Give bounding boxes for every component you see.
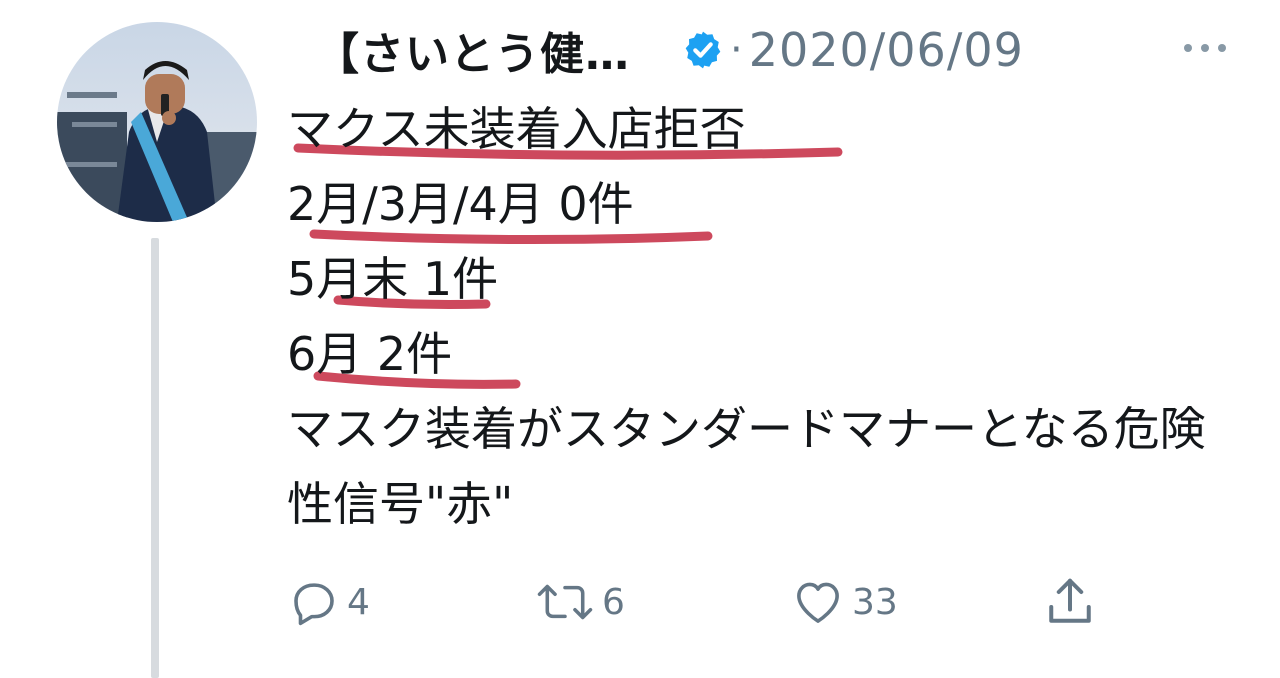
- share-button[interactable]: [1040, 572, 1100, 632]
- tweet-text: マクス未装着入店拒否 2月/3月/4月 0件 5月末 1件 6月 2件 マスク装…: [287, 92, 1247, 542]
- reply-button[interactable]: 4: [287, 572, 370, 632]
- like-button[interactable]: 33: [790, 572, 898, 632]
- verified-badge-icon: [682, 29, 724, 71]
- retweet-arrows-icon: [537, 584, 593, 620]
- tweet-line-2: 2月/3月/4月 0件: [287, 177, 634, 231]
- tweet-header: 【さいとう健… · 2020/06/09: [315, 20, 1024, 80]
- tweet-line-4: 6月 2件: [287, 327, 453, 381]
- retweet-button[interactable]: 6: [534, 572, 625, 632]
- author-display-name[interactable]: 【さいとう健…: [315, 18, 630, 82]
- avatar-photo: [57, 22, 257, 222]
- like-count: 33: [852, 581, 898, 623]
- tweet-date[interactable]: 2020/06/09: [749, 23, 1024, 77]
- reply-bubble-icon: [294, 583, 334, 626]
- reply-count: 4: [347, 581, 370, 623]
- tweet-line-1: マクス未装着入店拒否: [287, 102, 746, 156]
- tweet-line-5: マスク装着がスタンダードマナーとなる危険性信号"赤": [287, 402, 1206, 531]
- tweet-action-bar: 4 6 33: [0, 572, 1280, 632]
- retweet-count: 6: [602, 581, 625, 623]
- heart-icon: [797, 582, 839, 623]
- more-horizontal-icon[interactable]: [1182, 40, 1228, 56]
- share-upload-icon: [1049, 578, 1091, 623]
- avatar[interactable]: [57, 22, 257, 222]
- tweet-line-3: 5月末 1件: [287, 252, 499, 306]
- header-separator: ·: [730, 27, 743, 73]
